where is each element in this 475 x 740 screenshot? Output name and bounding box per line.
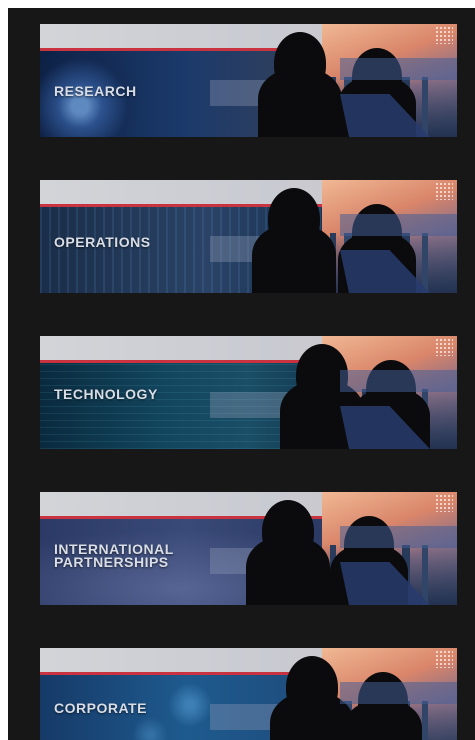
banner-technology[interactable]: TECHNOLOGY [40, 336, 457, 449]
dot-grid-icon [435, 26, 453, 44]
overlay-band [340, 526, 457, 548]
person-silhouette-icon [344, 672, 422, 740]
dot-grid-icon [435, 338, 453, 356]
person-silhouette-icon [246, 500, 330, 605]
banner-label: INTERNATIONAL PARTNERSHIPS [54, 541, 174, 570]
overlay-band [340, 370, 457, 392]
banner-label: RESEARCH [54, 83, 137, 99]
banner-label: CORPORATE [54, 700, 147, 716]
overlay-band [340, 58, 457, 80]
overlay-band [340, 682, 457, 704]
banner-corporate[interactable]: CORPORATE [40, 648, 457, 740]
banner-label: TECHNOLOGY [54, 386, 158, 402]
overlay-band [340, 214, 457, 236]
dot-grid-icon [435, 494, 453, 512]
dot-grid-icon [435, 650, 453, 668]
dot-grid-icon [435, 182, 453, 200]
banner-research[interactable]: RESEARCH [40, 24, 457, 137]
banner-list: RESEARCH OPERATIONS TECHNOLOGY INTERNATI… [8, 8, 475, 740]
banner-label: OPERATIONS [54, 234, 151, 250]
banner-operations[interactable]: OPERATIONS [40, 180, 457, 293]
banner-international-partnerships[interactable]: INTERNATIONAL PARTNERSHIPS [40, 492, 457, 605]
person-silhouette-icon [252, 188, 336, 293]
person-silhouette-icon [258, 32, 342, 137]
